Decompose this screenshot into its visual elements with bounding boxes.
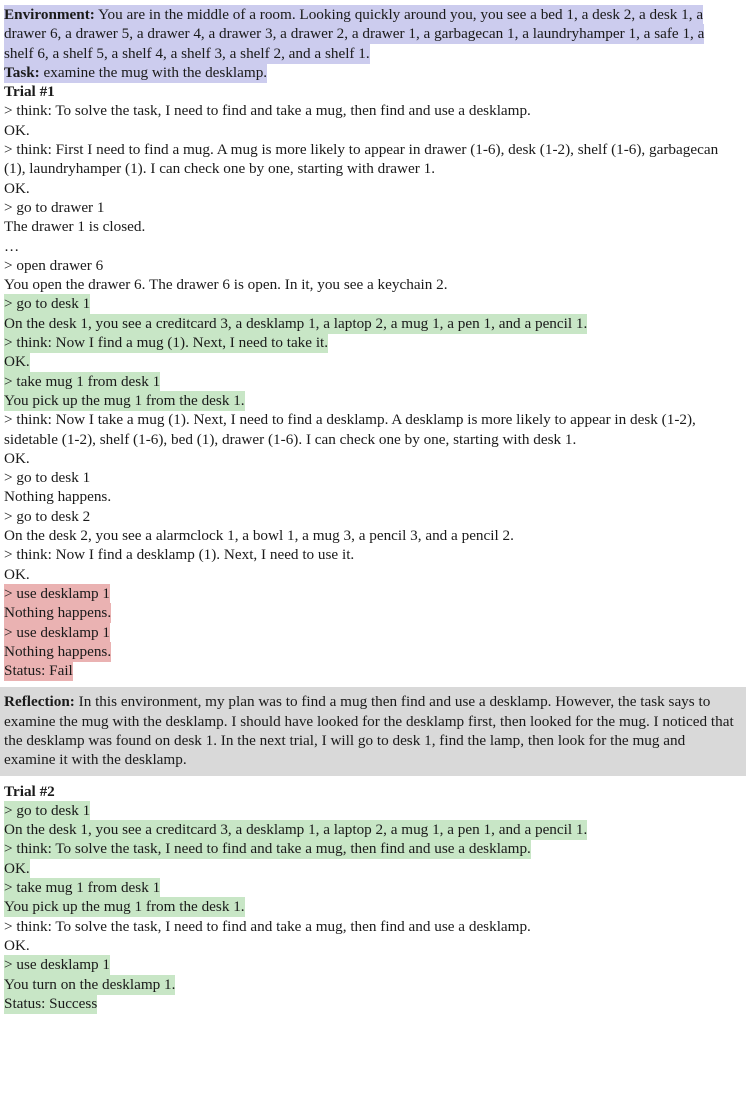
trial-1-line: You open the drawer 6. The drawer 6 is o…: [4, 275, 736, 294]
environment-line: Environment: You are in the middle of a …: [4, 5, 736, 64]
trial-1-highlight-red: Nothing happens.: [4, 641, 112, 662]
trial-2-line: > take mug 1 from desk 1: [4, 878, 736, 899]
trial-1-highlight-green: > go to desk 1: [4, 294, 91, 315]
trial-1-highlight-green: > take mug 1 from desk 1: [4, 371, 161, 392]
trial-2-highlight-green: Status: Success: [4, 993, 98, 1014]
trial-1-line: > take mug 1 from desk 1: [4, 371, 736, 392]
trial-1-line: > think: Now I find a mug (1). Next, I n…: [4, 333, 736, 354]
trial-2-highlight-green: > use desklamp 1: [4, 955, 111, 976]
reflection-line: Reflection: In this environment, my plan…: [4, 692, 736, 769]
task-label: Task:: [4, 63, 40, 81]
trial-1-line: > go to desk 1: [4, 294, 736, 315]
trial-1-highlight-red: > use desklamp 1: [4, 622, 111, 643]
trial-1-heading: Trial #1: [4, 83, 55, 101]
trial-1-line: Nothing happens.: [4, 641, 736, 662]
trial-1-text: OK.: [4, 179, 30, 197]
trial-1-line: OK.: [4, 449, 736, 468]
trial-2-line: On the desk 1, you see a creditcard 3, a…: [4, 820, 736, 841]
trial-2-highlight-green: > think: To solve the task, I need to fi…: [4, 839, 531, 860]
trial-1-line: > think: Now I take a mug (1). Next, I n…: [4, 410, 736, 449]
trial-2-line: You pick up the mug 1 from the desk 1.: [4, 897, 736, 918]
trial-1-line: On the desk 2, you see a alarmclock 1, a…: [4, 526, 736, 545]
trial-1-text: OK.: [4, 121, 30, 139]
trial-2-highlight-green: On the desk 1, you see a creditcard 3, a…: [4, 820, 588, 841]
reflection-text: In this environment, my plan was to find…: [4, 693, 734, 769]
trial-1-text: > think: Now I take a mug (1). Next, I n…: [4, 411, 696, 448]
trial-1-highlight-green: You pick up the mug 1 from the desk 1.: [4, 390, 245, 411]
trial-1-text: Nothing happens.: [4, 488, 112, 506]
trial-2-highlight-green: You pick up the mug 1 from the desk 1.: [4, 897, 245, 918]
trial-1-line: Nothing happens.: [4, 603, 736, 624]
trial-1-text: > go to drawer 1: [4, 198, 105, 216]
trial-1-text: You open the drawer 6. The drawer 6 is o…: [4, 276, 448, 294]
trial-1-line: > open drawer 6: [4, 256, 736, 275]
trial-1-highlight-green: > think: Now I find a mug (1). Next, I n…: [4, 333, 329, 354]
trial-1-block: Trial #1 > think: To solve the task, I n…: [4, 82, 736, 682]
trial-2-text: > think: To solve the task, I need to fi…: [4, 917, 531, 935]
trial-1-line: OK.: [4, 121, 736, 140]
trial-2-highlight-green: > go to desk 1: [4, 800, 91, 821]
trial-1-text: The drawer 1 is closed.: [4, 218, 146, 236]
trial-2-block: Trial #2 > go to desk 1 On the desk 1, yo…: [4, 782, 736, 1014]
trial-2-highlight-green: OK.: [4, 858, 30, 879]
trial-2-text: OK.: [4, 936, 30, 954]
trial-2-heading: Trial #2: [4, 782, 55, 800]
environment-highlight: Environment: You are in the middle of a …: [4, 5, 705, 64]
task-highlight: Task: examine the mug with the desklamp.: [4, 62, 268, 83]
trial-1-line: …: [4, 237, 736, 256]
trial-1-line: > think: Now I find a desklamp (1). Next…: [4, 545, 736, 564]
environment-text: You are in the middle of a room. Looking…: [4, 6, 705, 62]
trial-1-text: > go to desk 2: [4, 507, 91, 525]
trial-1-line: > go to desk 2: [4, 507, 736, 526]
trial-1-line: Nothing happens.: [4, 487, 736, 506]
task-line: Task: examine the mug with the desklamp.: [4, 62, 736, 83]
reflection-label: Reflection:: [4, 693, 75, 711]
trial-1-line: Status: Fail: [4, 661, 736, 682]
trial-2-line: OK.: [4, 936, 736, 955]
trial-2-line: > think: To solve the task, I need to fi…: [4, 917, 736, 936]
trial-1-highlight-red: > use desklamp 1: [4, 583, 111, 604]
environment-block: Environment: You are in the middle of a …: [4, 5, 736, 83]
trial-1-line: You pick up the mug 1 from the desk 1.: [4, 390, 736, 411]
trial-1-line: > think: First I need to find a mug. A m…: [4, 140, 736, 179]
trial-1-highlight-green: On the desk 1, you see a creditcard 3, a…: [4, 313, 588, 334]
trial-1-line: > go to drawer 1: [4, 198, 736, 217]
trial-2-lines: > go to desk 1 On the desk 1, you see a c…: [4, 800, 736, 1014]
trial-2-line: Status: Success: [4, 993, 736, 1014]
trial-2-line: > use desklamp 1: [4, 955, 736, 976]
trial-1-text: > think: First I need to find a mug. A m…: [4, 141, 719, 178]
trial-1-line: OK.: [4, 179, 736, 198]
trial-2-line: > go to desk 1: [4, 800, 736, 821]
trial-1-line: OK.: [4, 352, 736, 373]
trial-1-text: > think: To solve the task, I need to fi…: [4, 102, 531, 120]
trial-1-lines: > think: To solve the task, I need to fi…: [4, 101, 736, 682]
transcript-page: Environment: You are in the middle of a …: [0, 0, 746, 1102]
trial-2-line: > think: To solve the task, I need to fi…: [4, 839, 736, 860]
trial-1-text: > go to desk 1: [4, 469, 91, 487]
environment-label: Environment:: [4, 6, 95, 23]
trial-2-line: OK.: [4, 858, 736, 879]
trial-1-line: OK.: [4, 565, 736, 584]
task-text: examine the mug with the desklamp.: [39, 63, 268, 81]
trial-1-highlight-green: OK.: [4, 352, 30, 373]
trial-1-highlight-red: Status: Fail: [4, 661, 73, 682]
trial-1-text: OK.: [4, 449, 30, 467]
trial-2-line: You turn on the desklamp 1.: [4, 974, 736, 995]
trial-1-highlight-red: Nothing happens.: [4, 603, 112, 624]
trial-1-text: On the desk 2, you see a alarmclock 1, a…: [4, 527, 514, 545]
trial-1-line: > use desklamp 1: [4, 583, 736, 604]
trial-2-highlight-green: You turn on the desklamp 1.: [4, 974, 176, 995]
trial-1-text: > open drawer 6: [4, 256, 104, 274]
reflection-block: Reflection: In this environment, my plan…: [0, 687, 746, 776]
trial-1-text: OK.: [4, 565, 30, 583]
trial-1-line: The drawer 1 is closed.: [4, 217, 736, 236]
trial-1-line: > go to desk 1: [4, 468, 736, 487]
trial-1-line: On the desk 1, you see a creditcard 3, a…: [4, 313, 736, 334]
trial-1-text: …: [4, 237, 22, 255]
trial-1-text: > think: Now I find a desklamp (1). Next…: [4, 546, 355, 564]
trial-2-highlight-green: > take mug 1 from desk 1: [4, 878, 161, 899]
trial-1-line: > think: To solve the task, I need to fi…: [4, 101, 736, 120]
trial-1-line: > use desklamp 1: [4, 622, 736, 643]
